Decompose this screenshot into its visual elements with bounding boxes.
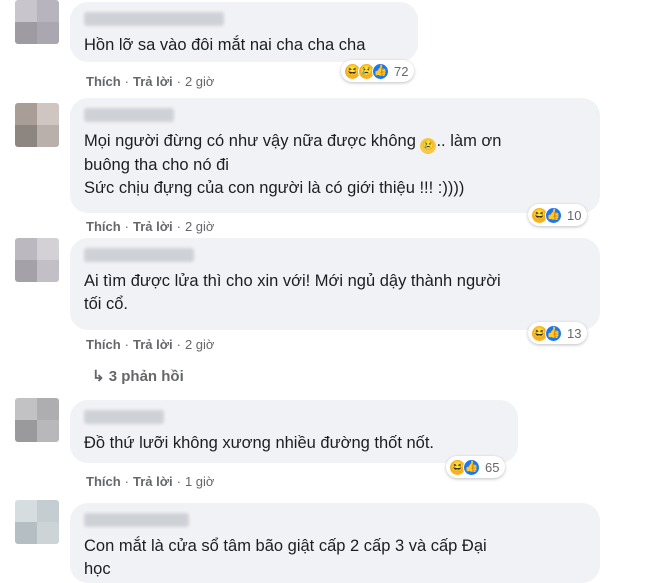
view-replies-link[interactable]: ↳ 3 phản hồi bbox=[92, 367, 184, 385]
comment-bubble: Ai tìm được lửa thì cho xin với! Mới ngủ… bbox=[70, 238, 600, 330]
reaction-count: 13 bbox=[567, 325, 582, 341]
comment-actions: Thích · Trả lời · 1 giờ bbox=[86, 474, 214, 489]
avatar[interactable] bbox=[15, 238, 59, 282]
commenter-name-blurred[interactable] bbox=[84, 410, 164, 424]
like-icon: 👍 bbox=[545, 324, 562, 342]
like-link[interactable]: Thích bbox=[86, 74, 121, 89]
like-icon: 👍 bbox=[463, 458, 480, 476]
reaction-count: 10 bbox=[567, 207, 582, 223]
sad-emoji-icon: 😢 bbox=[420, 138, 437, 154]
like-link[interactable]: Thích bbox=[86, 219, 121, 234]
reaction-count: 65 bbox=[485, 459, 500, 475]
like-icon: 👍 bbox=[545, 206, 562, 224]
reply-link[interactable]: Trả lời bbox=[133, 74, 173, 89]
comment-bubble: Hồn lỡ sa vào đôi mắt nai cha cha cha bbox=[70, 2, 418, 62]
reply-link[interactable]: Trả lời bbox=[133, 474, 173, 489]
avatar[interactable] bbox=[15, 0, 59, 44]
reaction-summary[interactable]: 😆 👍 65 bbox=[446, 456, 506, 478]
like-link[interactable]: Thích bbox=[86, 474, 121, 489]
reaction-summary[interactable]: 😆 👍 10 bbox=[528, 204, 588, 226]
comment-text-part: Mọi người đừng có như vậy nữa được không bbox=[84, 132, 421, 150]
separator: · bbox=[124, 219, 130, 234]
reaction-count: 72 bbox=[394, 63, 409, 79]
separator: · bbox=[124, 474, 130, 489]
reaction-summary[interactable]: 😆 😢 👍 72 bbox=[341, 60, 415, 82]
comment-text: Mọi người đừng có như vậy nữa được không… bbox=[84, 130, 586, 200]
timestamp[interactable]: 1 giờ bbox=[185, 474, 215, 489]
commenter-name-blurred[interactable] bbox=[84, 248, 194, 262]
separator: · bbox=[176, 74, 181, 89]
comment-bubble: Đồ thứ lưỡi không xương nhiều đường thốt… bbox=[70, 400, 518, 463]
avatar[interactable] bbox=[15, 103, 59, 147]
commenter-name-blurred[interactable] bbox=[84, 12, 224, 26]
reaction-summary[interactable]: 😆 👍 13 bbox=[528, 322, 588, 344]
timestamp[interactable]: 2 giờ bbox=[185, 337, 215, 352]
avatar[interactable] bbox=[15, 398, 59, 442]
avatar[interactable] bbox=[15, 500, 59, 544]
reply-link[interactable]: Trả lời bbox=[133, 337, 173, 352]
comment-actions: Thích · Trả lời · 2 giờ bbox=[86, 337, 214, 352]
comment-actions: Thích · Trả lời · 2 giờ bbox=[86, 219, 214, 234]
comment-actions: Thích · Trả lời · 2 giờ bbox=[86, 74, 214, 89]
like-icon: 👍 bbox=[372, 62, 389, 80]
separator: · bbox=[176, 337, 181, 352]
comment-text: Đồ thứ lưỡi không xương nhiều đường thốt… bbox=[84, 434, 435, 452]
comment-bubble: Con mắt là cửa sổ tâm bão giật cấp 2 cấp… bbox=[70, 503, 600, 583]
like-link[interactable]: Thích bbox=[86, 337, 121, 352]
separator: · bbox=[124, 74, 130, 89]
commenter-name-blurred[interactable] bbox=[84, 513, 189, 527]
timestamp[interactable]: 2 giờ bbox=[185, 219, 215, 234]
comment-text: Ai tìm được lửa thì cho xin với! Mới ngủ… bbox=[84, 272, 501, 313]
commenter-name-blurred[interactable] bbox=[84, 108, 174, 122]
separator: · bbox=[176, 219, 181, 234]
timestamp[interactable]: 2 giờ bbox=[185, 74, 215, 89]
separator: · bbox=[124, 337, 130, 352]
comment-bubble: Mọi người đừng có như vậy nữa được không… bbox=[70, 98, 600, 213]
comment-text: Con mắt là cửa sổ tâm bão giật cấp 2 cấp… bbox=[84, 537, 487, 578]
comment-text: Hồn lỡ sa vào đôi mắt nai cha cha cha bbox=[84, 36, 366, 54]
separator: · bbox=[176, 474, 181, 489]
reply-link[interactable]: Trả lời bbox=[133, 219, 173, 234]
